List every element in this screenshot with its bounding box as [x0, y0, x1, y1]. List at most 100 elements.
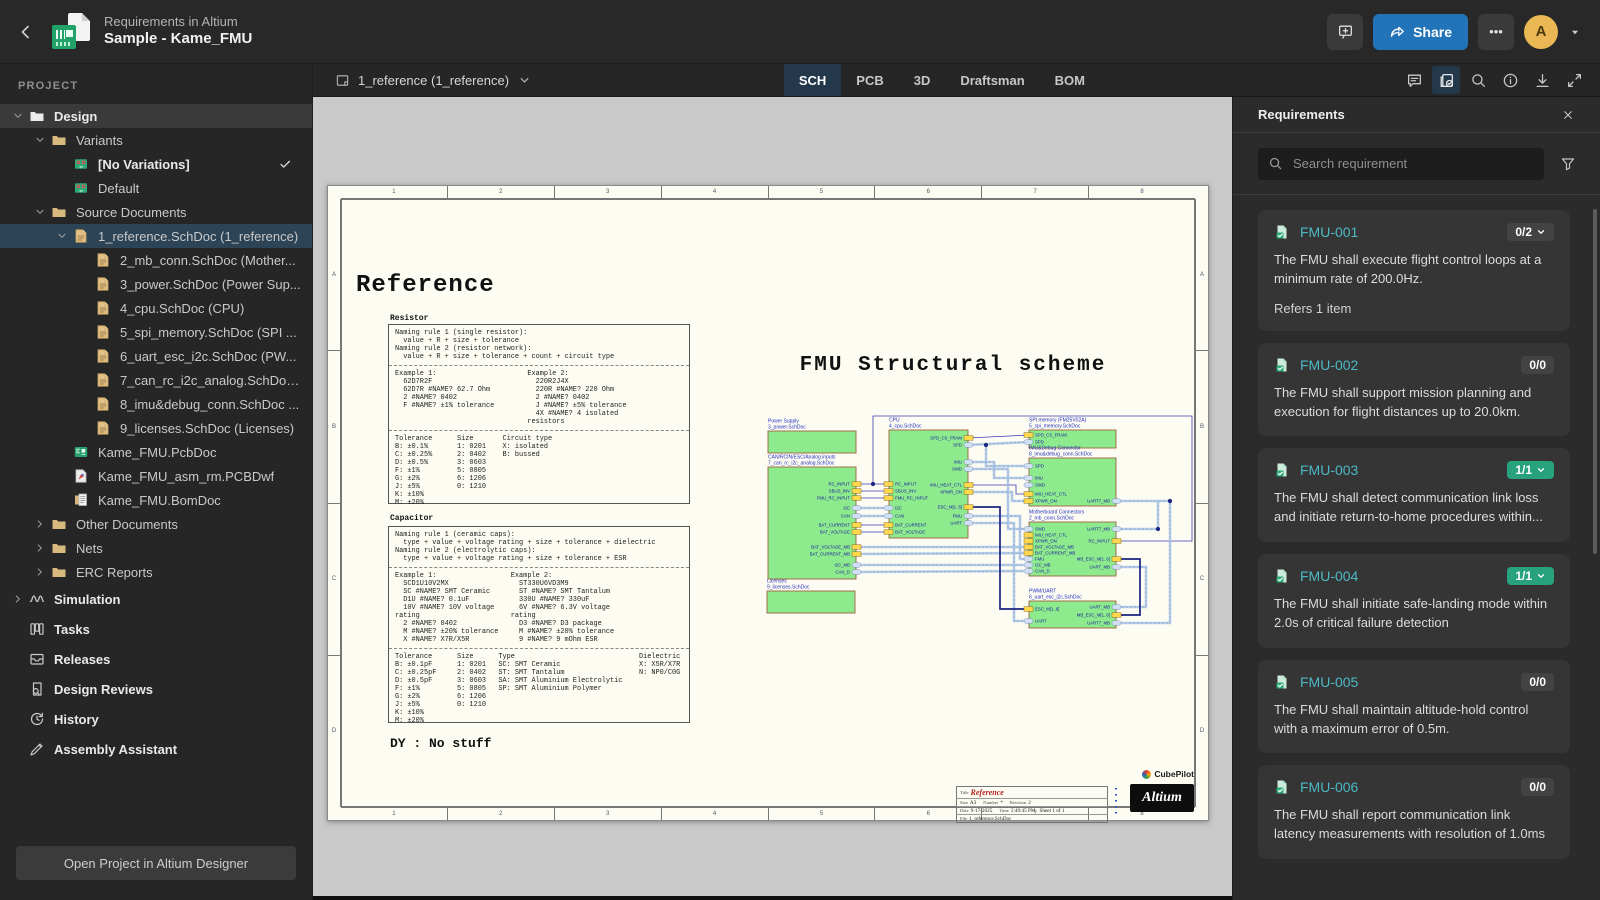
coverage-badge[interactable]: 0/0 — [1521, 356, 1554, 374]
tree-item-other-documents[interactable]: Other Documents — [0, 512, 312, 536]
chevron-down-icon[interactable] — [30, 133, 50, 147]
titleblock-time: 2:49:45 PM — [1011, 808, 1036, 814]
coverage-count: 0/0 — [1529, 358, 1546, 372]
search-box[interactable] — [1258, 148, 1544, 180]
tree-item-kame-fmu-bomdoc[interactable]: Kame_FMU.BomDoc — [0, 488, 312, 512]
tree-item-2-mb-conn-schdoc-mother[interactable]: 2_mb_conn.SchDoc (Mother... — [0, 248, 312, 272]
tree-item-6-uart-esc-i2c-schdoc-pw[interactable]: 6_uart_esc_i2c.SchDoc (PW... — [0, 344, 312, 368]
account-menu-caret[interactable] — [1568, 25, 1582, 39]
tree-item-no-variations[interactable]: [No Variations] — [0, 152, 312, 176]
tree-item-default[interactable]: Default — [0, 176, 312, 200]
search-icon[interactable] — [1464, 66, 1492, 94]
document-selector[interactable]: 1_reference (1_reference) — [325, 64, 542, 96]
tree-item-erc-reports[interactable]: ERC Reports — [0, 560, 312, 584]
tree-item-kame-fmu-asm-rm-pcbdwf[interactable]: Kame_FMU_asm_rm.PCBDwf — [0, 464, 312, 488]
share-button[interactable]: Share — [1373, 14, 1468, 50]
tree-item-7-can-rc-i2c-analog-schdoc[interactable]: 7_can_rc_i2c_analog.SchDoc ... — [0, 368, 312, 392]
requirement-card-fmu-004[interactable]: FMU-0041/1The FMU shall initiate safe-la… — [1258, 554, 1570, 648]
requirements-icon[interactable] — [1432, 66, 1460, 94]
refers-link[interactable]: Refers 1 item — [1274, 301, 1554, 316]
pcbdoc-icon — [72, 444, 90, 460]
schematic-canvas[interactable]: 12345678 12345678 ABCD ABCD Reference Re… — [313, 97, 1232, 896]
info-icon[interactable] — [1496, 66, 1524, 94]
resistor-code-table: Tolerance Size Circuit type B: ±0.1% 1: … — [389, 430, 689, 511]
panel-scrollbar[interactable] — [1593, 209, 1597, 554]
title-block-grid: Title Reference Size A3 Number * Revisio… — [956, 786, 1108, 823]
schdoc-icon — [94, 396, 112, 412]
tree-item-simulation[interactable]: Simulation — [0, 584, 312, 614]
tree-item-label: Source Documents — [76, 205, 187, 220]
coverage-badge[interactable]: 1/1 — [1507, 567, 1554, 585]
coverage-badge[interactable]: 1/1 — [1507, 461, 1554, 479]
requirement-card-fmu-005[interactable]: FMU-0050/0The FMU shall maintain altitud… — [1258, 660, 1570, 754]
tree-item-label: Kame_FMU_asm_rm.PCBDwf — [98, 469, 274, 484]
chevron-down-icon[interactable] — [8, 109, 28, 123]
requirement-id[interactable]: FMU-002 — [1300, 357, 1358, 373]
fullscreen-icon[interactable] — [1560, 66, 1588, 94]
comment-icon[interactable] — [1400, 66, 1428, 94]
coverage-badge[interactable]: 0/2 — [1507, 223, 1554, 241]
requirement-id[interactable]: FMU-006 — [1300, 779, 1358, 795]
requirement-id[interactable]: FMU-001 — [1300, 224, 1358, 240]
more-options-button[interactable]: ••• — [1478, 14, 1514, 50]
tab-pcb[interactable]: PCB — [841, 64, 898, 96]
tree-item-variants[interactable]: Variants — [0, 128, 312, 152]
chevron-down-icon[interactable] — [52, 229, 72, 243]
svg-text:ESC_M[1..6]: ESC_M[1..6] — [938, 505, 962, 510]
tree-item-tasks[interactable]: Tasks — [0, 614, 312, 644]
avatar[interactable]: A — [1524, 15, 1558, 49]
add-comment-button[interactable] — [1327, 14, 1363, 50]
ruler-label: B — [1196, 350, 1208, 502]
coverage-badge[interactable]: 0/0 — [1521, 673, 1554, 691]
requirement-card-fmu-003[interactable]: FMU-0031/1The FMU shall detect communica… — [1258, 448, 1570, 542]
svg-text:BAT_CURRENT_MB: BAT_CURRENT_MB — [1035, 551, 1075, 556]
requirement-id[interactable]: FMU-003 — [1300, 462, 1358, 478]
requirement-id[interactable]: FMU-004 — [1300, 568, 1358, 584]
tree-item-3-power-schdoc-power-sup[interactable]: 3_power.SchDoc (Power Sup... — [0, 272, 312, 296]
tab-bom[interactable]: BOM — [1040, 64, 1100, 96]
filter-button[interactable] — [1554, 150, 1582, 178]
tree-item-source-documents[interactable]: Source Documents — [0, 200, 312, 224]
capacitor-code-table: Tolerance Size Type Dielectric B: ±0.1pF… — [389, 648, 689, 729]
download-icon[interactable] — [1528, 66, 1556, 94]
tree-item-5-spi-memory-schdoc-spi[interactable]: 5_spi_memory.SchDoc (SPI ... — [0, 320, 312, 344]
folder-icon — [50, 132, 68, 148]
app-title: Requirements in Altium — [104, 14, 252, 30]
ruler-label: 3 — [554, 186, 661, 198]
tree-item-design-reviews[interactable]: Design Reviews — [0, 674, 312, 704]
tree-item-releases[interactable]: Releases — [0, 644, 312, 674]
back-button[interactable] — [6, 12, 46, 52]
svg-text:MB_ESC_M[1..6]: MB_ESC_M[1..6] — [1077, 613, 1110, 618]
tree-item-1-reference-schdoc-1-reference[interactable]: 1_reference.SchDoc (1_reference) — [0, 224, 312, 248]
open-in-altium-designer-button[interactable]: Open Project in Altium Designer — [16, 846, 296, 880]
search-requirement-input[interactable] — [1291, 155, 1534, 172]
tab-3d[interactable]: 3D — [899, 64, 946, 96]
tab-sch[interactable]: SCH — [784, 64, 841, 96]
chevron-right-icon[interactable] — [30, 517, 50, 531]
chevron-down-icon[interactable] — [30, 205, 50, 219]
tree-item-design[interactable]: Design — [0, 104, 312, 128]
tree-item-label: Kame_FMU.PcbDoc — [98, 445, 216, 460]
tab-draftsman[interactable]: Draftsman — [945, 64, 1039, 96]
tree-item-4-cpu-schdoc-cpu[interactable]: 4_cpu.SchDoc (CPU) — [0, 296, 312, 320]
tree-item-history[interactable]: History — [0, 704, 312, 734]
chevron-right-icon[interactable] — [30, 541, 50, 555]
close-panel-button[interactable] — [1556, 103, 1580, 127]
tree-item-8-imu-debug-conn-schdoc[interactable]: 8_imu&debug_conn.SchDoc ... — [0, 392, 312, 416]
ruler-label: 4 — [661, 186, 768, 198]
tree-item-label: Variants — [76, 133, 123, 148]
svg-text:UART: UART — [950, 521, 962, 526]
tree-item-assembly-assistant[interactable]: Assembly Assistant — [0, 734, 312, 764]
chevron-right-icon[interactable] — [8, 592, 28, 606]
requirement-card-fmu-001[interactable]: FMU-0010/2The FMU shall execute flight c… — [1258, 210, 1570, 331]
requirement-id[interactable]: FMU-005 — [1300, 674, 1358, 690]
coverage-badge[interactable]: 0/0 — [1521, 778, 1554, 796]
tree-item-nets[interactable]: Nets — [0, 536, 312, 560]
svg-text:7_can_rc_i2c_analog.SchDoc: 7_can_rc_i2c_analog.SchDoc — [768, 461, 835, 467]
chevron-right-icon[interactable] — [30, 565, 50, 579]
chevron-down-icon — [1536, 571, 1546, 581]
tree-item-9-licenses-schdoc-licenses[interactable]: 9_licenses.SchDoc (Licenses) — [0, 416, 312, 440]
tree-item-kame-fmu-pcbdoc[interactable]: Kame_FMU.PcbDoc — [0, 440, 312, 464]
requirement-card-fmu-002[interactable]: FMU-0020/0The FMU shall support mission … — [1258, 343, 1570, 437]
requirement-card-fmu-006[interactable]: FMU-0060/0The FMU shall report communica… — [1258, 765, 1570, 859]
